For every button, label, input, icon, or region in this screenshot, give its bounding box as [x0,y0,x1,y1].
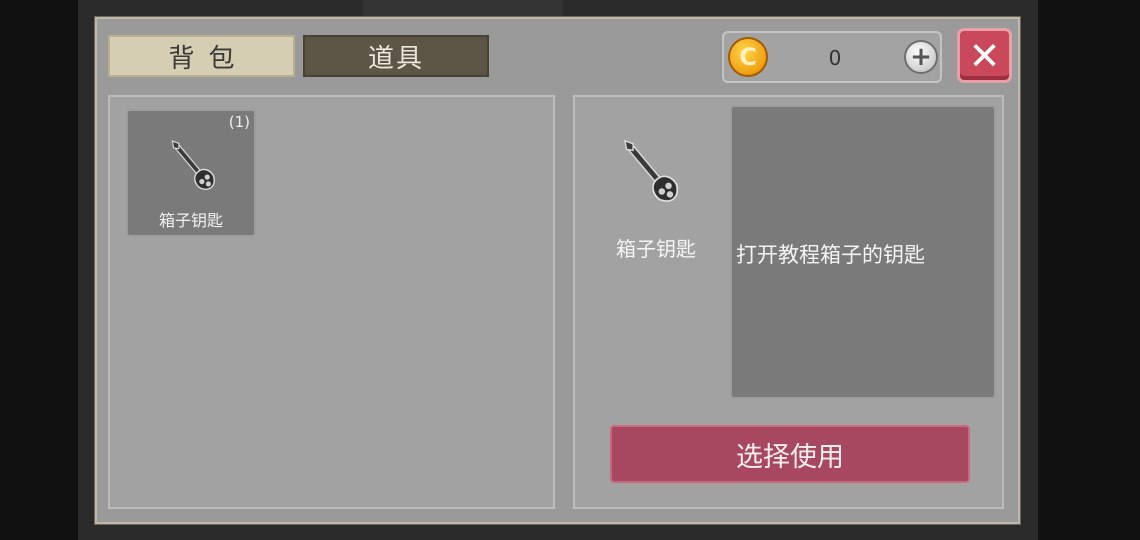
tab-items[interactable]: 道具 [303,35,489,77]
item-count: (1) [228,113,250,131]
key-icon [171,140,215,190]
inventory-grid: (1) 箱子钥匙 [108,95,555,509]
use-item-button[interactable]: 选择使用 [610,425,970,483]
item-description-box: 打开教程箱子的钥匙 [730,105,996,399]
currency-display: C 0 + [722,31,942,83]
inventory-slot[interactable]: (1) 箱子钥匙 [126,109,256,237]
selected-item-name: 箱子钥匙 [616,237,696,261]
coin-amount: 0 [828,46,842,70]
add-coins-button[interactable]: + [904,40,938,74]
coin-symbol: C [739,43,757,71]
tab-bag[interactable]: 背包 [108,35,295,77]
close-icon: ✕ [968,33,1001,78]
item-detail-panel: 箱子钥匙 打开教程箱子的钥匙 选择使用 [573,95,1004,509]
key-icon [624,139,679,202]
coin-icon: C [728,37,768,77]
inventory-dialog: 背包 道具 C 0 + ✕ (1) 箱子钥匙 箱子钥匙 打开教程箱子的钥匙 选择… [94,16,1021,525]
item-description: 打开教程箱子的钥匙 [736,243,925,267]
close-button[interactable]: ✕ [957,28,1012,83]
item-name: 箱子钥匙 [158,211,223,230]
